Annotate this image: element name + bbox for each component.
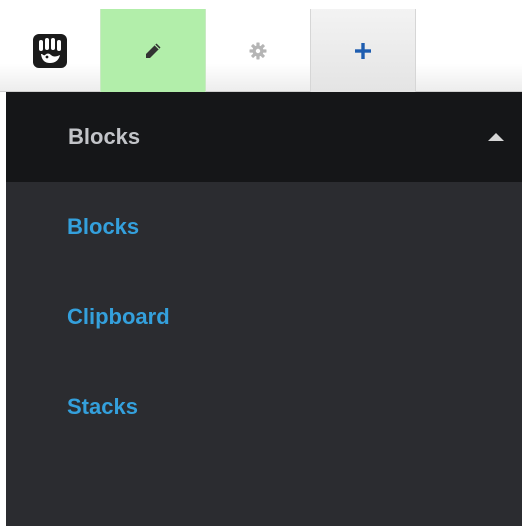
settings-button[interactable] [206, 9, 310, 92]
add-panel: Blocks Blocks Clipboard Stacks [6, 92, 522, 526]
menu-item-stacks[interactable]: Stacks [6, 362, 522, 452]
menu-item-blocks[interactable]: Blocks [6, 182, 522, 272]
pencil-icon [146, 43, 161, 58]
hand-logo-icon [33, 33, 67, 68]
panel-menu: Blocks Clipboard Stacks [6, 182, 522, 452]
panel-header-toggle[interactable]: Blocks [6, 92, 522, 182]
edit-mode-button[interactable] [100, 9, 206, 92]
gear-icon [249, 42, 267, 59]
panel-title: Blocks [68, 124, 141, 149]
caret-up-icon [488, 133, 504, 141]
top-toolbar [0, 0, 522, 92]
plus-icon [355, 42, 371, 59]
menu-item-clipboard[interactable]: Clipboard [6, 272, 522, 362]
logo-button[interactable] [0, 9, 100, 92]
add-content-button[interactable] [310, 9, 416, 92]
